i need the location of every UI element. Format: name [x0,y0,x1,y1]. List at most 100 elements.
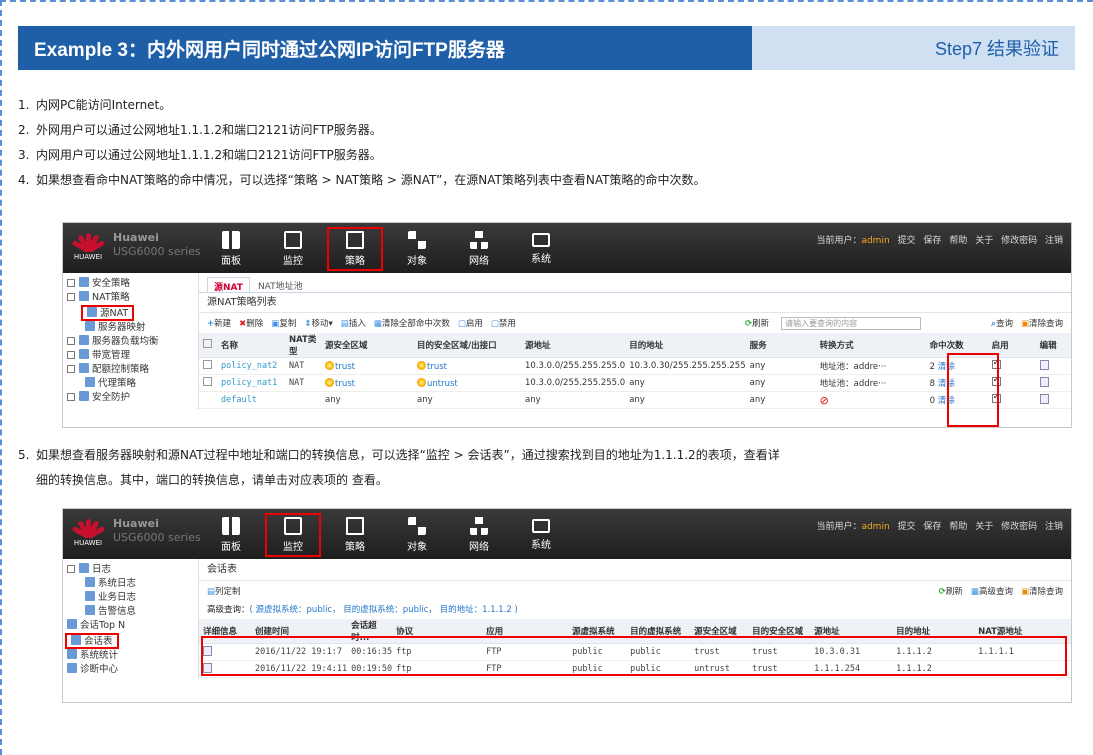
nav-object[interactable]: 对象 [389,513,445,557]
logout-link[interactable]: 注销 [1045,522,1063,532]
dashed-border-left [0,0,2,755]
nav-system[interactable]: 系统 [513,513,569,557]
sidebar-item-server-mapping[interactable]: 服务器映射 [63,321,198,335]
sidebar-item-system-log[interactable]: 系统日志 [63,577,198,591]
object-icon [408,517,426,535]
sidebar-item-session-table[interactable]: 会话表 [65,633,119,649]
sidebar-item-stats[interactable]: 系统统计 [63,649,198,663]
sidebar-item-session-topn[interactable]: 会话Top N [63,619,198,633]
sidebar-item-alarm[interactable]: 告警信息 [63,605,198,619]
slide-title: Example 3：内外网用户同时通过公网IP访问FTP服务器 [18,26,752,70]
help-link[interactable]: 帮助 [949,236,967,246]
nav-network[interactable]: 网络 [451,513,507,557]
sidebar-item-protection[interactable]: 安全防护 [63,391,198,405]
enable-button[interactable]: ▢启用 [458,317,483,329]
dashed-border-top [0,0,1093,2]
table-row[interactable]: default any any any any any ⊘ 0 清除 [199,391,1071,409]
nav-monitor[interactable]: 监控 [265,513,321,557]
nav-monitor[interactable]: 监控 [265,227,321,271]
sidebar-item-log[interactable]: 日志 [63,563,198,577]
system-icon [532,519,550,533]
sidebar-item-bandwidth[interactable]: 带宽管理 [63,349,198,363]
sidebar-item-quota[interactable]: 配额控制策略 [63,363,198,377]
new-button[interactable]: +新建 [207,317,231,329]
help-link[interactable]: 帮助 [949,522,967,532]
hit-count-highlight [947,353,999,427]
edit-icon[interactable] [1039,359,1049,370]
disable-button[interactable]: ▢禁用 [491,317,516,329]
edit-icon[interactable] [1039,393,1049,404]
sidebar-item-proxy[interactable]: 代理策略 [63,377,198,391]
user-bar: 当前用户：admin 提交 保存 帮助 关于 修改密码 注销 [816,236,1063,246]
sidebar-item-diagnosis[interactable]: 诊断中心 [63,663,198,677]
deny-icon: ⊘ [819,393,829,407]
brand-name: Huawei USG6000 series [113,231,201,258]
search-input[interactable]: 请输入要查询的内容 [781,316,922,330]
insert-button[interactable]: ▤插入 [341,317,366,329]
advanced-query-button[interactable]: ▦高级查询 [971,585,1013,597]
query-button[interactable]: ⌕查询 [991,317,1013,329]
system-icon [532,233,550,247]
about-link[interactable]: 关于 [975,236,993,246]
refresh-button[interactable]: ⟳刷新 [745,317,769,329]
network-icon [470,231,488,249]
edit-icon[interactable] [1039,376,1049,387]
zone-icon [417,360,426,370]
slide-title-bar: Example 3：内外网用户同时通过公网IP访问FTP服务器 Step7 结果… [18,26,1075,70]
step-item: 5. 如果想查看服务器映射和源NAT过程中地址和端口的转换信息，可以选择“监控 >… [18,448,780,462]
huawei-logo: HUAWEI [71,515,106,553]
nav-policy[interactable]: 策略 [327,513,383,557]
sidebar-item-source-nat[interactable]: 源NAT [81,305,135,321]
clear-query-button[interactable]: ▣清除查询 [1021,585,1063,597]
table-row[interactable]: policy_nat1 NAT trust untrust 10.3.0.0/2… [199,374,1071,392]
user-bar: 当前用户：admin 提交 保存 帮助 关于 修改密码 注销 [816,522,1063,532]
advanced-query-filter: 高级查询：( 源虚拟系统：public， 目的虚拟系统：public， 目的地址… [207,605,518,615]
nav-network[interactable]: 网络 [451,227,507,271]
about-link[interactable]: 关于 [975,522,993,532]
nav-dashboard[interactable]: 面板 [203,513,259,557]
nav-dashboard[interactable]: 面板 [203,227,259,271]
object-icon [408,231,426,249]
top-nav-bar: HUAWEI Huawei USG6000 series 面板 监控 策略 对象 … [63,509,1071,559]
sidebar-item-slb[interactable]: 服务器负载均衡 [63,335,198,349]
dashboard-icon [222,517,240,535]
move-button[interactable]: ⇕移动▾ [304,317,332,329]
select-all-checkbox[interactable] [203,339,212,348]
row-checkbox[interactable] [203,377,212,386]
change-password-link[interactable]: 修改密码 [1001,522,1037,532]
save-link[interactable]: 保存 [923,522,941,532]
clear-all-hits-button[interactable]: ▦清除全部命中次数 [374,317,450,329]
step-item: 1. 内网PC能访问Internet。 [18,98,172,112]
dashboard-icon [222,231,240,249]
zone-icon [417,377,426,387]
tab-source-nat[interactable]: 源NAT [207,277,250,293]
change-password-link[interactable]: 修改密码 [1001,236,1037,246]
slide-step-label: Step7 结果验证 [752,26,1075,70]
clear-query-button[interactable]: ▣清除查询 [1021,317,1063,329]
delete-button[interactable]: ✖删除 [239,317,263,329]
logout-link[interactable]: 注销 [1045,236,1063,246]
sidebar-item-security-policy[interactable]: 安全策略 [63,277,198,291]
row-checkbox[interactable] [203,360,212,369]
sidebar-item-business-log[interactable]: 业务日志 [63,591,198,605]
table-row[interactable]: policy_nat2 NAT trust trust 10.3.0.0/255… [199,357,1071,375]
nav-policy[interactable]: 策略 [327,227,383,271]
step-item: 3. 内网用户可以通过公网地址1.1.1.2和端口2121访问FTP服务器。 [18,148,382,162]
nav-object[interactable]: 对象 [389,227,445,271]
submit-link[interactable]: 提交 [898,522,916,532]
step-item: 2. 外网用户可以通过公网地址1.1.1.2和端口2121访问FTP服务器。 [18,123,382,137]
save-link[interactable]: 保存 [923,236,941,246]
huawei-logo: HUAWEI [71,229,106,267]
panel-title: 源NAT策略列表 [199,293,1071,313]
zone-icon [325,377,334,387]
policy-icon [346,517,364,535]
refresh-button[interactable]: ⟳刷新 [939,585,963,597]
tab-nat-pool[interactable]: NAT地址池 [252,277,309,292]
nav-system[interactable]: 系统 [513,227,569,271]
panel-title: 会话表 [199,559,1071,581]
column-custom-button[interactable]: ▤列定制 [207,585,241,597]
nat-policy-screenshot: HUAWEI Huawei USG6000 series 面板 监控 策略 对象 … [62,222,1072,428]
copy-button[interactable]: ▣复制 [271,317,296,329]
submit-link[interactable]: 提交 [898,236,916,246]
sidebar-item-nat-policy[interactable]: NAT策略 [63,291,198,305]
